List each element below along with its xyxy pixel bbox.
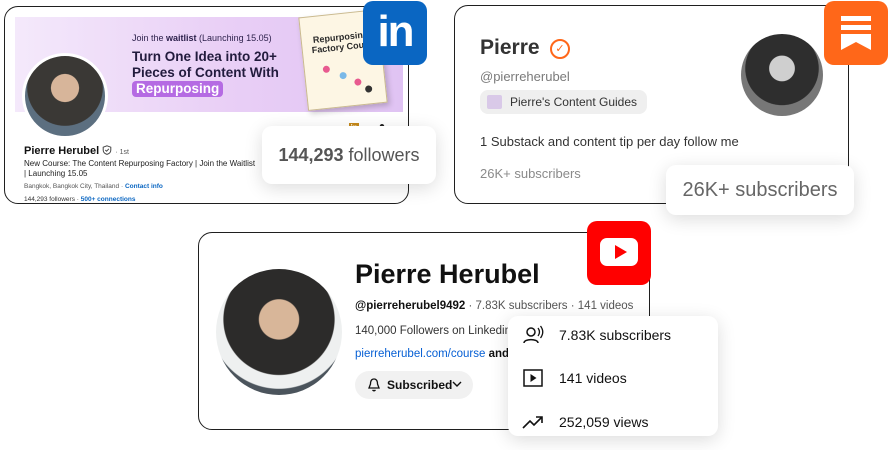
substack-bio: 1 Substack and content tip per day follo… <box>480 134 739 149</box>
linkedin-headline: New Course: The Content Repurposing Fact… <box>24 159 256 178</box>
linkedin-name: Pierre Herubel · 1st <box>24 145 129 157</box>
youtube-stats-popup: 7.83K subscribers 141 videos 252,059 vie… <box>508 316 718 436</box>
bell-icon <box>368 378 380 392</box>
verified-check-icon: ✓ <box>550 39 570 59</box>
linkedin-logo-icon: in <box>363 1 427 65</box>
substack-avatar[interactable] <box>741 34 823 116</box>
publication-icon <box>487 95 502 109</box>
linkedin-avatar[interactable] <box>22 53 108 139</box>
banner-headline: Turn One Idea into 20+ Pieces of Content… <box>132 49 279 97</box>
banner-waitlist-text: Join the waitlist (Launching 15.05) <box>132 33 272 43</box>
youtube-channel-name: Pierre Herubel <box>355 259 540 289</box>
videos-icon <box>523 369 543 387</box>
linkedin-stats: 144,293 followers · 500+ connections <box>24 196 136 203</box>
linkedin-followers-popup: 144,293 followers <box>262 126 436 184</box>
subscribed-button[interactable]: Subscribed <box>355 371 473 399</box>
stat-row-videos: 141 videos <box>522 367 712 389</box>
verified-shield-icon <box>102 145 112 155</box>
subscribers-icon <box>523 325 544 344</box>
substack-subscribers-popup: 26K+ subscribers <box>666 165 854 215</box>
youtube-links: pierreherubel.com/course and <box>355 348 510 360</box>
youtube-avatar[interactable] <box>216 269 342 395</box>
course-link[interactable]: pierreherubel.com/course <box>355 348 485 360</box>
substack-publication-chip[interactable]: Pierre's Content Guides <box>480 90 648 114</box>
youtube-logo-icon <box>587 221 651 285</box>
substack-handle: @pierreherubel <box>480 69 570 84</box>
substack-name: Pierre <box>480 36 540 59</box>
chevron-down-icon <box>452 381 462 387</box>
youtube-description[interactable]: 140,000 Followers on Linkedin ... <box>355 325 524 337</box>
connections-link[interactable]: 500+ connections <box>81 196 136 203</box>
contact-info-link[interactable]: Contact info <box>125 183 163 190</box>
linkedin-location: Bangkok, Bangkok City, Thailand · Contac… <box>24 183 163 190</box>
substack-logo-icon <box>824 1 888 65</box>
stat-row-subscribers: 7.83K subscribers <box>522 324 712 346</box>
stat-row-views: 252,059 views <box>522 411 712 433</box>
substack-subscribers: 26K+ subscribers <box>480 166 581 181</box>
youtube-channel-meta: @pierreherubel9492 · 7.83K subscribers ·… <box>355 300 634 312</box>
views-trend-icon <box>522 416 543 429</box>
banner-pill: Repurposing <box>132 81 224 97</box>
